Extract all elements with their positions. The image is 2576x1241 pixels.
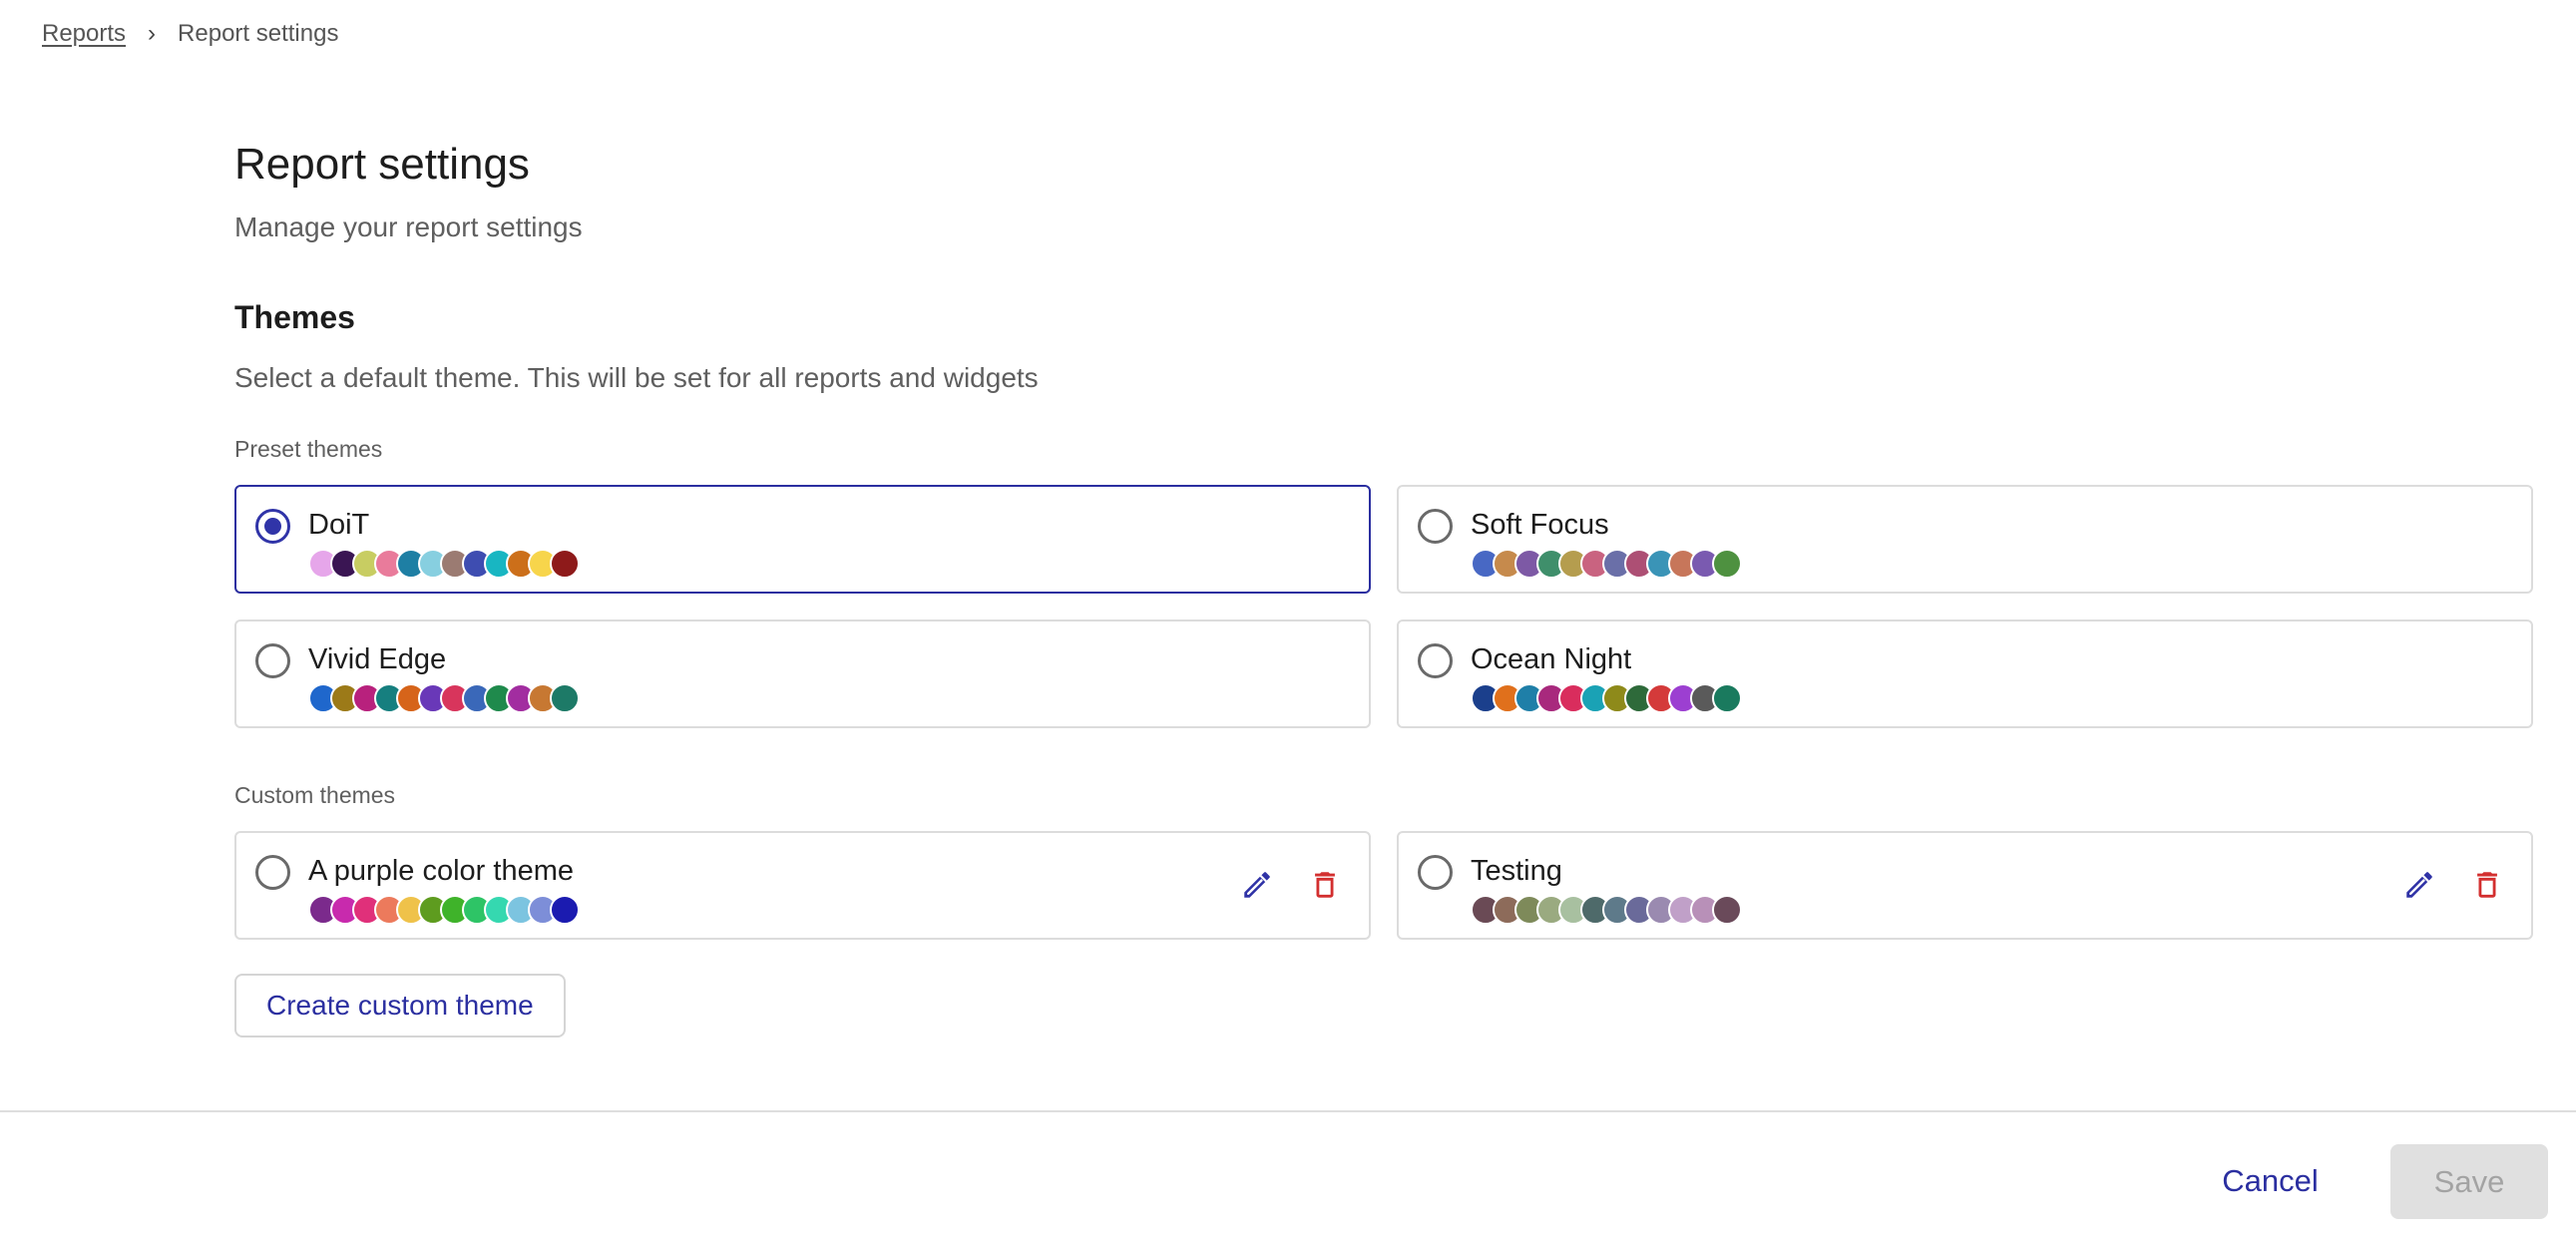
- delete-trash-icon[interactable]: [2469, 867, 2505, 903]
- theme-card-actions: [1239, 867, 1343, 903]
- theme-color-swatches: [1471, 683, 1742, 713]
- page-title: Report settings: [234, 140, 530, 189]
- create-custom-theme-button[interactable]: Create custom theme: [234, 974, 566, 1037]
- theme-color-swatches: [1471, 895, 1742, 925]
- theme-name: Ocean Night: [1471, 643, 1632, 675]
- color-swatch: [550, 549, 580, 579]
- theme-name: A purple color theme: [308, 855, 574, 887]
- theme-name: Soft Focus: [1471, 509, 1609, 541]
- breadcrumb-link-reports[interactable]: Reports: [42, 20, 126, 48]
- save-button[interactable]: Save: [2390, 1144, 2548, 1219]
- preset-themes-label: Preset themes: [234, 436, 383, 462]
- theme-radio[interactable]: [1418, 643, 1453, 678]
- cancel-button[interactable]: Cancel: [2199, 1143, 2342, 1219]
- preset-themes-grid: DoiT Soft Focus Vivid Edge Ocean Night: [234, 485, 2534, 728]
- theme-name: Testing: [1471, 855, 1562, 887]
- edit-pencil-icon[interactable]: [1239, 867, 1275, 903]
- custom-themes-grid: A purple color theme Testing: [234, 831, 2534, 940]
- theme-card-soft-focus[interactable]: Soft Focus: [1397, 485, 2533, 594]
- theme-card-doit[interactable]: DoiT: [234, 485, 1371, 594]
- theme-card-ocean-night[interactable]: Ocean Night: [1397, 620, 2533, 728]
- themes-section-title: Themes: [234, 299, 355, 335]
- theme-card-vivid-edge[interactable]: Vivid Edge: [234, 620, 1371, 728]
- theme-radio[interactable]: [255, 855, 290, 890]
- theme-card-actions: [2401, 867, 2505, 903]
- color-swatch: [1712, 683, 1742, 713]
- page-subtitle: Manage your report settings: [234, 211, 583, 242]
- color-swatch: [1712, 549, 1742, 579]
- theme-card-testing[interactable]: Testing: [1397, 831, 2533, 940]
- theme-radio[interactable]: [1418, 855, 1453, 890]
- custom-themes-label: Custom themes: [234, 782, 396, 808]
- theme-color-swatches: [1471, 549, 1742, 579]
- theme-color-swatches: [308, 549, 580, 579]
- color-swatch: [550, 683, 580, 713]
- settings-main: Report settings Manage your report setti…: [234, 140, 2534, 1037]
- theme-radio[interactable]: [1418, 509, 1453, 544]
- theme-color-swatches: [308, 895, 580, 925]
- theme-name: Vivid Edge: [308, 643, 447, 675]
- themes-section-description: Select a default theme. This will be set…: [234, 362, 1039, 393]
- breadcrumb: Reports › Report settings: [42, 20, 338, 48]
- color-swatch: [1712, 895, 1742, 925]
- theme-card-a-purple-color-theme[interactable]: A purple color theme: [234, 831, 1371, 940]
- theme-color-swatches: [308, 683, 580, 713]
- footer-divider: [0, 1110, 2576, 1112]
- theme-name: DoiT: [308, 509, 370, 541]
- theme-radio[interactable]: [255, 509, 290, 544]
- chevron-right-icon: ›: [148, 20, 157, 47]
- delete-trash-icon[interactable]: [1307, 867, 1343, 903]
- theme-radio[interactable]: [255, 643, 290, 678]
- edit-pencil-icon[interactable]: [2401, 867, 2437, 903]
- breadcrumb-current: Report settings: [178, 20, 339, 47]
- color-swatch: [550, 895, 580, 925]
